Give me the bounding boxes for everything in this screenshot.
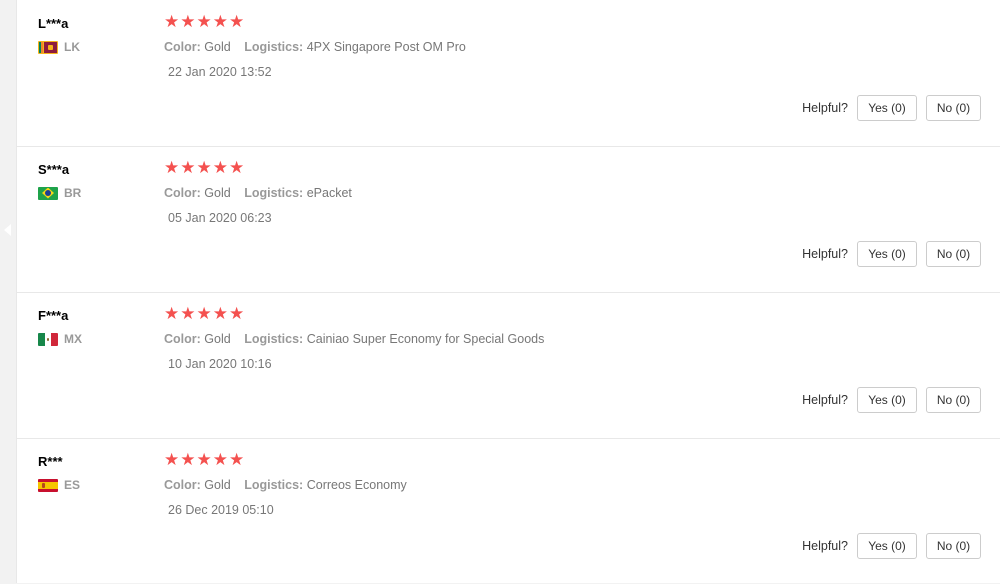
star-icon: ★: [180, 12, 196, 31]
helpful-vote: Helpful? Yes (0) No (0): [802, 241, 981, 267]
helpful-no-button[interactable]: No (0): [926, 241, 981, 267]
helpful-yes-button[interactable]: Yes (0): [857, 387, 917, 413]
color-label: Color:: [164, 478, 201, 492]
color-value: Gold: [204, 186, 231, 200]
country-code: MX: [64, 332, 82, 346]
star-icon: ★: [196, 158, 212, 177]
logistics-value: Cainiao Super Economy for Special Goods: [306, 332, 545, 346]
review-item: R*** ES ★ ★ ★ ★ ★ Color: Gold Logistics:…: [17, 438, 1000, 584]
helpful-yes-button[interactable]: Yes (0): [857, 241, 917, 267]
reviewer-name: L***a: [38, 16, 69, 31]
review-date: 05 Jan 2020 06:23: [168, 211, 272, 225]
reviewer-name: F***a: [38, 308, 69, 323]
reviewer-name: S***a: [38, 162, 70, 177]
reviewer-country: BR: [38, 186, 81, 200]
panel-pointer: [4, 224, 11, 236]
color-label: Color:: [164, 40, 201, 54]
review-item: S***a BR ★ ★ ★ ★ ★ Color: Gold Logistics…: [17, 146, 1000, 293]
color-label: Color:: [164, 332, 201, 346]
helpful-label: Helpful?: [802, 539, 848, 553]
star-icon: ★: [180, 158, 196, 177]
helpful-vote: Helpful? Yes (0) No (0): [802, 387, 981, 413]
review-attributes: Color: Gold Logistics: ePacket: [164, 186, 352, 200]
review-attributes: Color: Gold Logistics: Correos Economy: [164, 478, 407, 492]
star-icon: ★: [164, 450, 180, 469]
star-icon: ★: [229, 158, 245, 177]
star-icon: ★: [164, 158, 180, 177]
star-icon: ★: [212, 12, 228, 31]
color-label: Color:: [164, 186, 201, 200]
logistics-value: Correos Economy: [306, 478, 407, 492]
star-icon: ★: [229, 304, 245, 323]
logistics-value: 4PX Singapore Post OM Pro: [306, 40, 466, 54]
star-rating: ★ ★ ★ ★ ★: [164, 304, 245, 324]
star-icon: ★: [180, 450, 196, 469]
review-date: 10 Jan 2020 10:16: [168, 357, 272, 371]
color-value: Gold: [204, 332, 231, 346]
star-icon: ★: [229, 450, 245, 469]
star-icon: ★: [212, 304, 228, 323]
reviewer-country: ES: [38, 478, 80, 492]
helpful-vote: Helpful? Yes (0) No (0): [802, 533, 981, 559]
review-item: L***a LK ★ ★ ★ ★ ★ Color: Gold Logistics…: [17, 0, 1000, 147]
helpful-no-button[interactable]: No (0): [926, 387, 981, 413]
star-icon: ★: [212, 450, 228, 469]
country-code: ES: [64, 478, 81, 492]
review-attributes: Color: Gold Logistics: 4PX Singapore Pos…: [164, 40, 466, 54]
helpful-yes-button[interactable]: Yes (0): [857, 95, 917, 121]
star-icon: ★: [196, 12, 212, 31]
color-value: Gold: [204, 40, 231, 54]
logistics-value: ePacket: [306, 186, 352, 200]
star-icon: ★: [212, 158, 228, 177]
helpful-label: Helpful?: [802, 247, 848, 261]
logistics-label: Logistics:: [244, 40, 304, 54]
color-value: Gold: [204, 478, 231, 492]
review-date: 26 Dec 2019 05:10: [168, 503, 274, 517]
logistics-label: Logistics:: [244, 186, 304, 200]
star-icon: ★: [196, 450, 212, 469]
star-icon: ★: [164, 304, 180, 323]
reviews-list: L***a LK ★ ★ ★ ★ ★ Color: Gold Logistics…: [16, 0, 1000, 583]
star-icon: ★: [164, 12, 180, 31]
star-icon: ★: [196, 304, 212, 323]
review-date: 22 Jan 2020 13:52: [168, 65, 272, 79]
brazil-flag-icon: [38, 186, 58, 200]
logistics-label: Logistics:: [244, 478, 304, 492]
star-icon: ★: [229, 12, 245, 31]
review-item: F***a MX ★ ★ ★ ★ ★ Color: Gold Logistics…: [17, 292, 1000, 439]
helpful-label: Helpful?: [802, 101, 848, 115]
mexico-flag-icon: [38, 332, 58, 346]
star-rating: ★ ★ ★ ★ ★: [164, 450, 245, 470]
reviewer-name: R***: [38, 454, 63, 469]
spain-flag-icon: [38, 478, 58, 492]
helpful-label: Helpful?: [802, 393, 848, 407]
reviewer-country: MX: [38, 332, 82, 346]
helpful-vote: Helpful? Yes (0) No (0): [802, 95, 981, 121]
country-code: LK: [64, 40, 80, 54]
star-rating: ★ ★ ★ ★ ★: [164, 158, 245, 178]
helpful-no-button[interactable]: No (0): [926, 533, 981, 559]
country-code: BR: [64, 186, 82, 200]
logistics-label: Logistics:: [244, 332, 304, 346]
reviewer-country: LK: [38, 40, 80, 54]
star-rating: ★ ★ ★ ★ ★: [164, 12, 245, 32]
review-attributes: Color: Gold Logistics: Cainiao Super Eco…: [164, 332, 544, 346]
helpful-no-button[interactable]: No (0): [926, 95, 981, 121]
sri-lanka-flag-icon: [38, 40, 58, 54]
helpful-yes-button[interactable]: Yes (0): [857, 533, 917, 559]
star-icon: ★: [180, 304, 196, 323]
